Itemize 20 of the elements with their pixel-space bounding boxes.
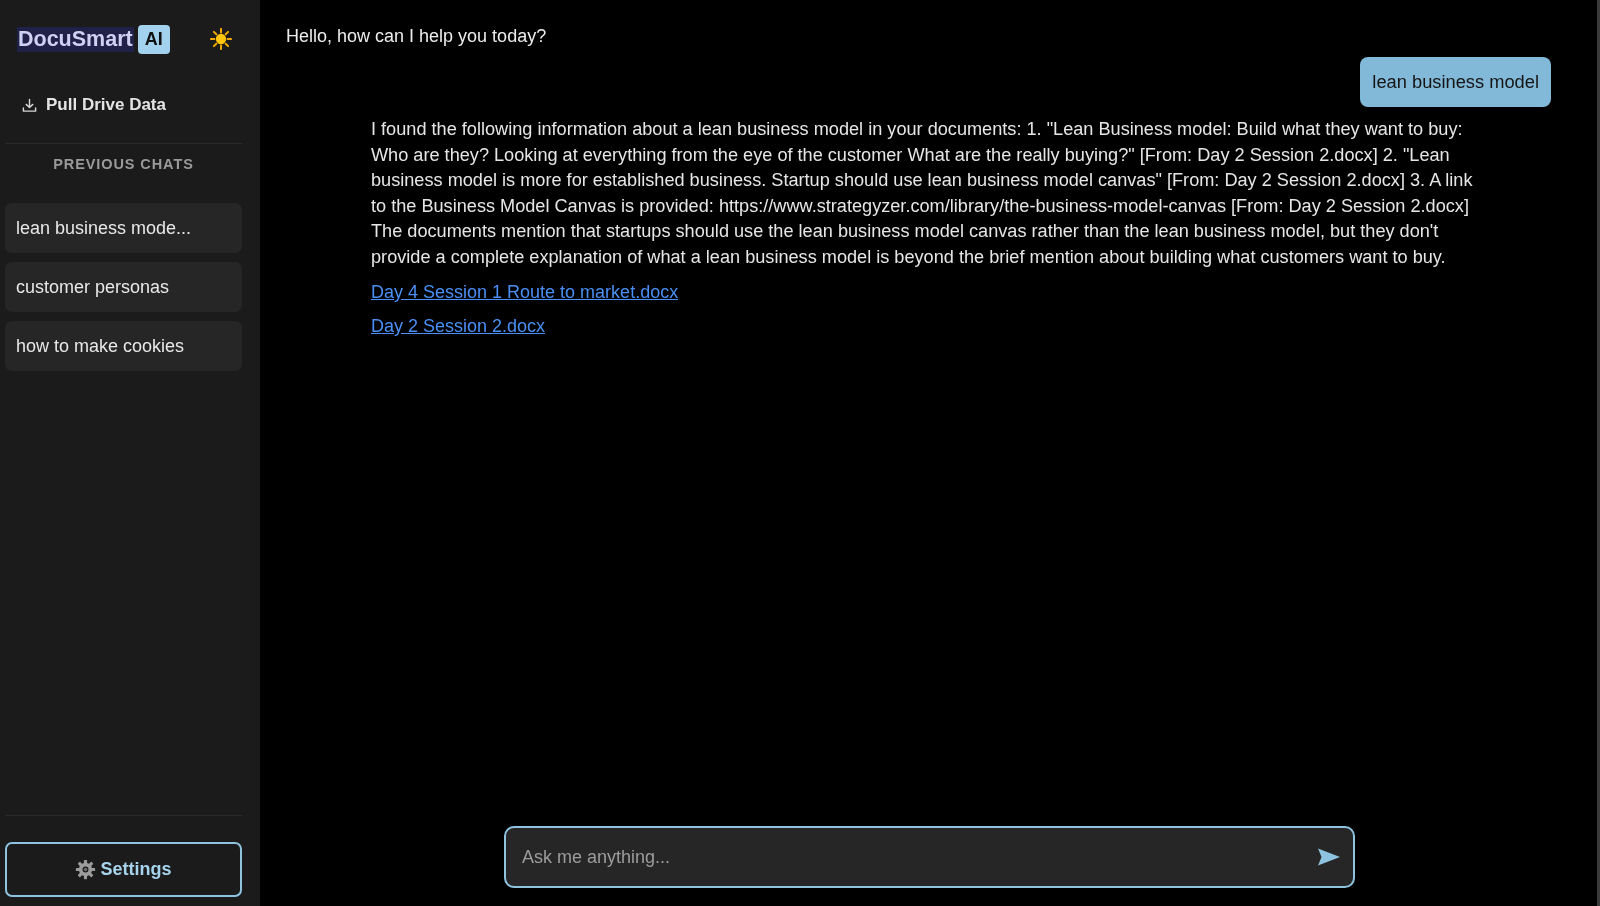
settings-icon — [75, 859, 97, 880]
sun-icon — [210, 28, 232, 50]
previous-chat-item[interactable]: lean business mode... — [5, 203, 242, 253]
logo-badge: AI — [137, 24, 170, 54]
send-button[interactable] — [1316, 847, 1342, 867]
download-icon — [22, 97, 37, 113]
send-icon — [1316, 847, 1342, 867]
message-input-field[interactable]: Ask me anything... — [504, 826, 1355, 888]
user-message-bubble: lean business model — [1360, 57, 1551, 107]
settings-button[interactable]: Settings — [5, 842, 242, 897]
previous-chat-item[interactable]: customer personas — [5, 262, 242, 312]
theme-toggle-button[interactable] — [210, 28, 232, 50]
section-heading: PREVIOUS CHATS — [52, 155, 195, 174]
previous-chat-item[interactable]: how to make cookies — [5, 321, 242, 371]
pull-drive-data-button[interactable]: Pull Drive Data — [5, 89, 178, 121]
assistant-message: Hello, how can I help you today? — [286, 26, 547, 47]
source-document-link[interactable]: Day 2 Session 2.docx — [371, 314, 546, 339]
assistant-answer-text: I found the following information about a lean business model in your documents: 1. "Lean Business model: Build what they want to buy: Who are they? Looking at everything from the eye of the customer What are the really buying?" [From: Day 2 Session 2.docx] 2. "Lean business model is more for established business. Startup should use lean business model canvas" [From: Day 2 Session 2.docx] 3. A link to the Business Model Canvas is provided: https://www.strategyzer.com/library/the-business-model-canvas [From: Day 2 Session 2.docx] The documents mention that startups should use the lean business model canvas rather than the lean business model, but they don't provide a complete explanation of what a lean business model is beyond the brief mention about building what customers want to buy. — [371, 118, 1474, 269]
app-logo-text: DocuSmart — [17, 26, 134, 52]
source-document-link[interactable]: Day 4 Session 1 Route to market.docx — [371, 280, 679, 305]
